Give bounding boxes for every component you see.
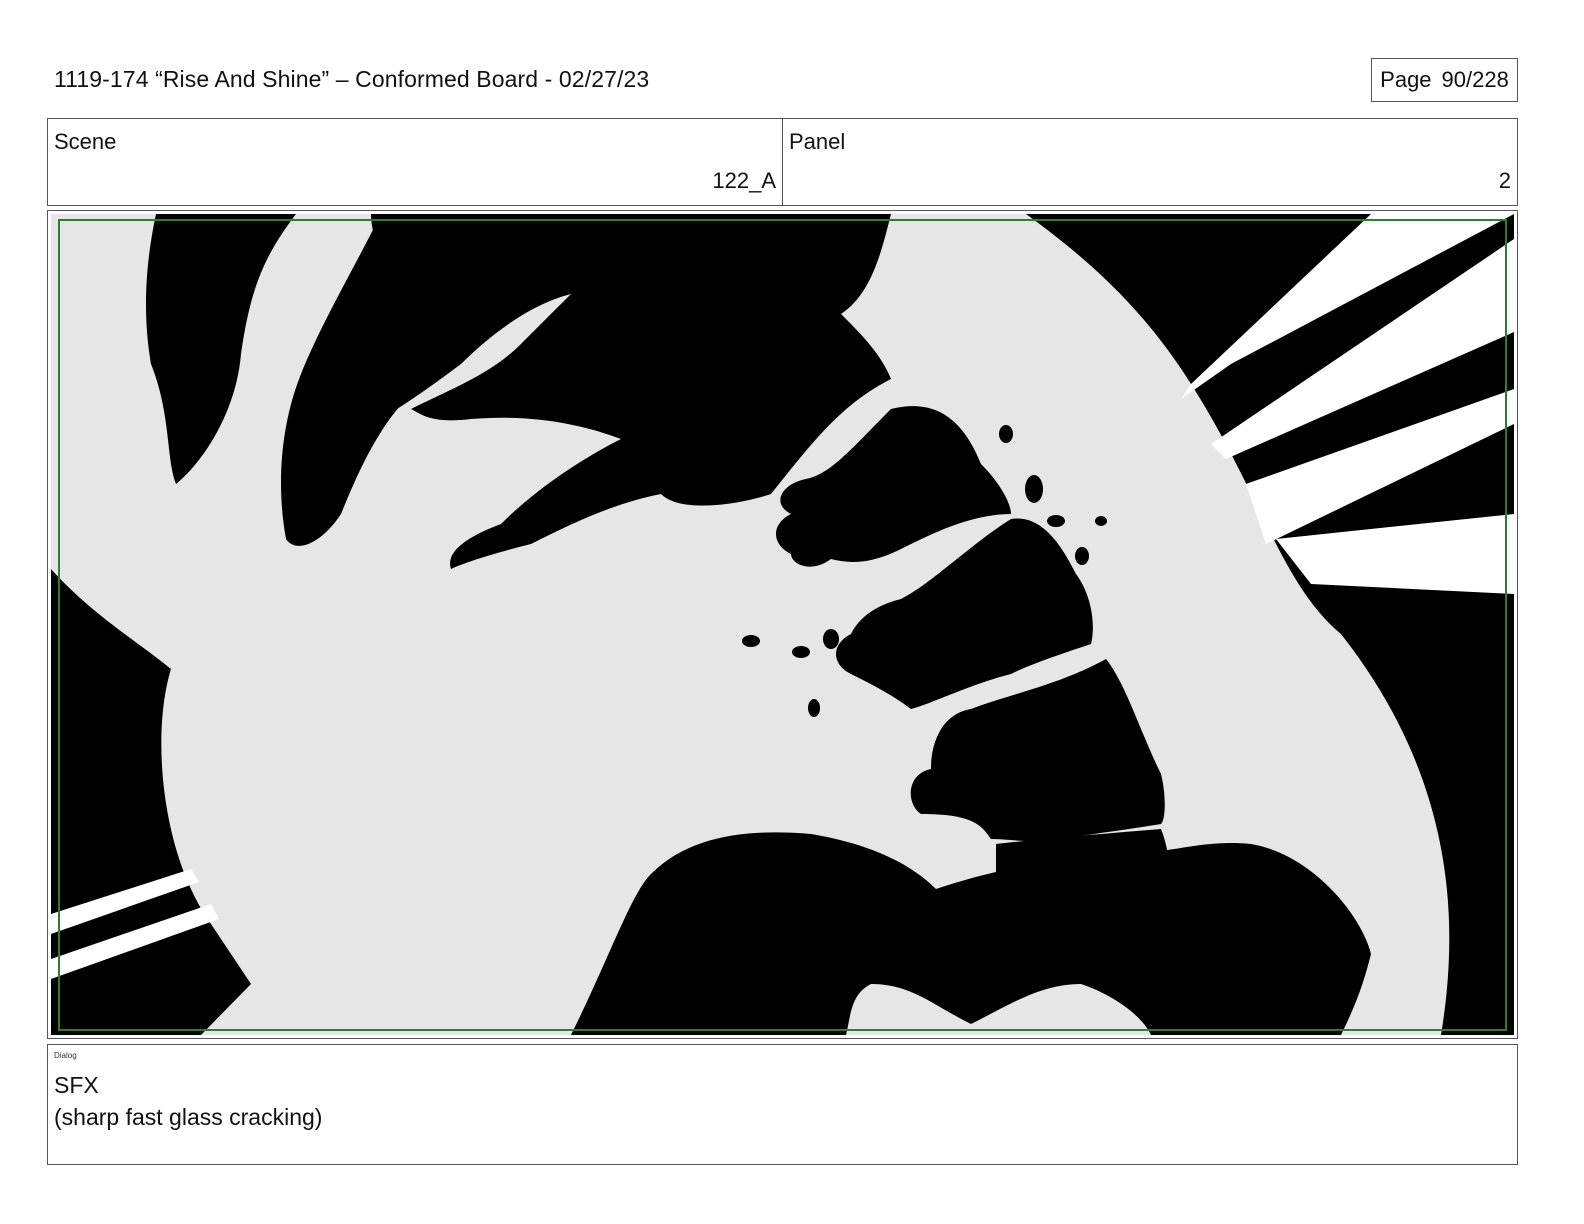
scene-value: 122_A (712, 168, 776, 193)
scene-panel-info: Scene 122_A Panel 2 (47, 118, 1518, 206)
glass-fragment (1047, 515, 1065, 527)
storyboard-artwork (47, 210, 1518, 1039)
page-number: 90/228 (1441, 67, 1509, 92)
document-title: 1119-174 “Rise And Shine” – Conformed Bo… (54, 66, 650, 92)
scene-cell: Scene 122_A (48, 119, 783, 205)
glass-fragment (999, 425, 1013, 443)
page-label: Page (1380, 67, 1432, 92)
panel-cell: Panel 2 (783, 119, 1517, 205)
dialog-box: Dialog SFX (sharp fast glass cracking) (47, 1044, 1518, 1165)
glass-fragment (1075, 547, 1089, 565)
page-indicator: Page 90/228 (1371, 58, 1518, 102)
panel-label: Panel (789, 129, 846, 154)
glass-fragment (1025, 475, 1043, 503)
dialog-line-2: (sharp fast glass cracking) (54, 1104, 323, 1130)
dialog-line-1: SFX (54, 1072, 99, 1098)
glass-fragment (808, 699, 820, 717)
panel-value: 2 (1498, 168, 1511, 193)
dialog-label: Dialog (54, 1051, 77, 1060)
glass-fragment (823, 629, 839, 649)
scene-label: Scene (54, 129, 117, 154)
artwork-illustration (51, 214, 1514, 1035)
glass-fragment (792, 646, 810, 658)
glass-fragment (742, 635, 760, 647)
glass-fragment (1095, 516, 1107, 526)
